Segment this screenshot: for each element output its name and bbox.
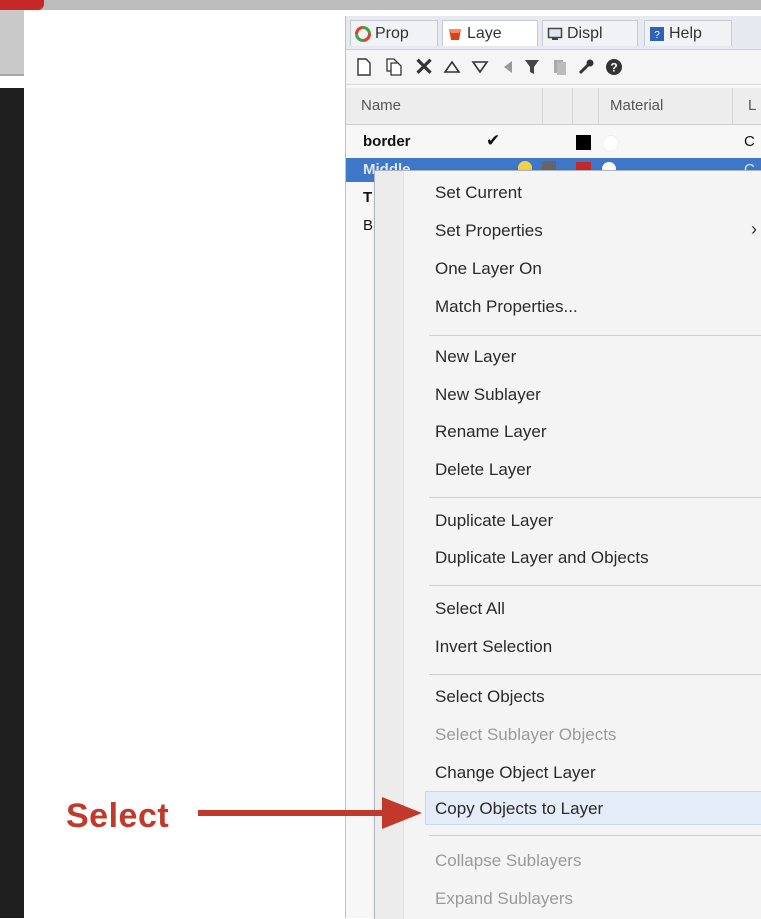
new-sublayer-icon[interactable] xyxy=(384,56,404,78)
layer-context-menu: Set Current Set Properties › One Layer O… xyxy=(374,170,761,919)
tab-label: Displ xyxy=(567,24,603,42)
menu-separator xyxy=(429,335,761,336)
menu-separator xyxy=(429,674,761,675)
column-divider xyxy=(598,88,599,124)
menu-item-one-layer-on[interactable]: One Layer On xyxy=(435,259,542,279)
move-left-icon[interactable] xyxy=(498,56,518,78)
column-divider xyxy=(732,88,733,124)
menu-item-set-current[interactable]: Set Current xyxy=(435,183,522,203)
menu-separator xyxy=(429,835,761,836)
menu-item-match-properties[interactable]: Match Properties... xyxy=(435,297,578,317)
menu-separator xyxy=(429,497,761,498)
column-name[interactable]: Name xyxy=(361,97,401,114)
top-strip xyxy=(0,0,761,10)
menu-item-duplicate-layer[interactable]: Duplicate Layer xyxy=(435,511,553,531)
layer-extra-value: C xyxy=(744,133,755,150)
layer-color-swatch[interactable] xyxy=(576,135,591,150)
menu-item-copy-objects-to-layer[interactable]: Copy Objects to Layer xyxy=(435,799,603,819)
tab-label: Help xyxy=(669,24,702,42)
layers-toolbar: ✕ ? xyxy=(346,50,761,85)
menu-item-set-properties[interactable]: Set Properties xyxy=(435,221,543,241)
menu-item-expand-sublayers: Expand Sublayers xyxy=(435,889,573,908)
copy-icon[interactable] xyxy=(550,56,570,78)
layers-icon xyxy=(449,28,461,40)
new-layer-icon[interactable] xyxy=(354,56,374,78)
top-left-button[interactable] xyxy=(0,10,24,76)
annotation-label: Select xyxy=(66,797,170,835)
layer-table-header: Name Material L xyxy=(346,88,761,125)
tab-label: Laye xyxy=(467,24,502,42)
current-layer-check-icon[interactable]: ✔ xyxy=(486,131,500,151)
menu-item-invert-selection[interactable]: Invert Selection xyxy=(435,637,552,657)
panel-tabbar: Prop Laye Displ ? Help xyxy=(346,16,761,50)
move-down-icon[interactable] xyxy=(470,56,490,78)
column-divider xyxy=(572,88,573,124)
properties-icon xyxy=(355,25,371,42)
material-icon[interactable] xyxy=(602,135,619,152)
help-icon[interactable]: ? xyxy=(604,56,624,78)
submenu-arrow-icon: › xyxy=(751,219,757,239)
filter-icon[interactable] xyxy=(522,56,542,78)
menu-item-change-object-layer[interactable]: Change Object Layer xyxy=(435,763,596,783)
layer-name: T xyxy=(363,189,373,206)
top-left-accent xyxy=(0,0,44,10)
menu-item-select-sublayer-objects: Select Sublayer Objects xyxy=(435,725,617,744)
menu-item-select-all[interactable]: Select All xyxy=(435,599,505,619)
layer-name: border xyxy=(363,133,411,150)
tab-label: Prop xyxy=(375,24,409,42)
tab-properties[interactable]: Prop xyxy=(350,20,438,46)
layer-name: B xyxy=(363,217,374,234)
tab-display[interactable]: Displ xyxy=(542,20,638,46)
left-dark-panel xyxy=(0,88,24,918)
display-icon xyxy=(547,27,563,40)
menu-item-rename-layer[interactable]: Rename Layer xyxy=(435,422,547,442)
svg-text:?: ? xyxy=(610,61,617,75)
menu-item-new-sublayer[interactable]: New Sublayer xyxy=(435,385,541,405)
column-divider xyxy=(542,88,543,124)
layer-row-border[interactable]: border ✔ C xyxy=(346,130,761,154)
column-extra[interactable]: L xyxy=(748,97,756,114)
move-up-icon[interactable] xyxy=(442,56,462,78)
help-icon: ? xyxy=(650,26,664,41)
column-material[interactable]: Material xyxy=(610,97,663,114)
annotation-arrow-icon xyxy=(198,797,422,829)
menu-item-select-objects[interactable]: Select Objects xyxy=(435,687,545,707)
menu-separator xyxy=(429,585,761,586)
svg-text:?: ? xyxy=(654,30,660,41)
menu-item-duplicate-layer-and-objects[interactable]: Duplicate Layer and Objects xyxy=(435,548,649,568)
delete-icon[interactable]: ✕ xyxy=(414,54,434,81)
menu-item-delete-layer[interactable]: Delete Layer xyxy=(435,460,531,480)
tab-help[interactable]: ? Help xyxy=(644,20,732,46)
tab-layers[interactable]: Laye xyxy=(442,20,538,46)
tools-icon[interactable] xyxy=(576,56,596,78)
menu-item-new-layer[interactable]: New Layer xyxy=(435,347,516,367)
menu-item-collapse-sublayers: Collapse Sublayers xyxy=(435,851,582,870)
